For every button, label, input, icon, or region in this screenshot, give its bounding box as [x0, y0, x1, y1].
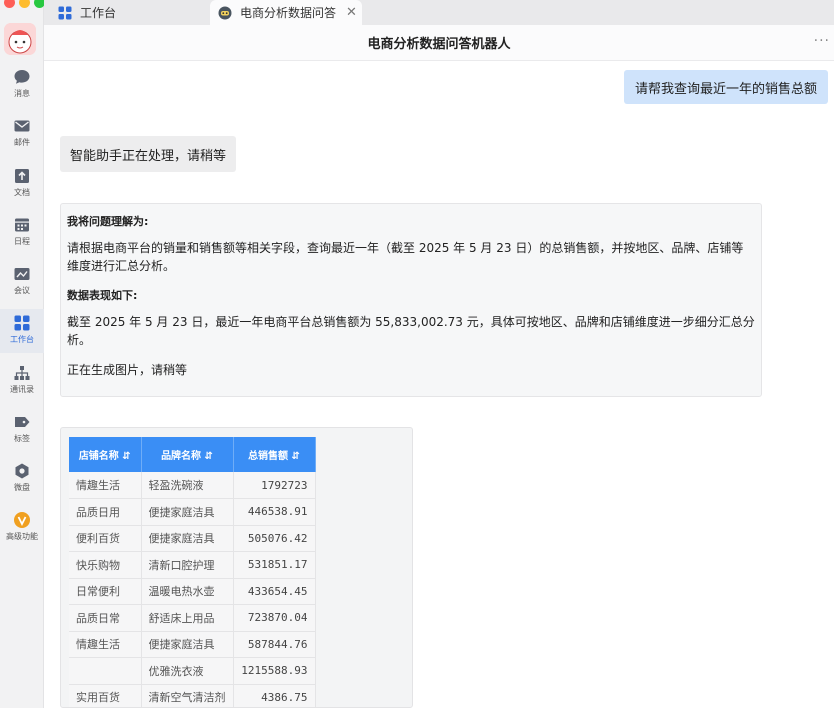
bot-icon — [218, 6, 232, 20]
cell-store — [69, 657, 142, 685]
cell-store: 品质日常 — [69, 604, 142, 632]
cell-store: 日常便利 — [69, 578, 142, 605]
table-row: 品质日用 便捷家庭洁具 446538.91 — [69, 498, 316, 526]
org-chart-icon — [13, 364, 31, 382]
mail-icon — [13, 117, 31, 135]
result-table-card: 店铺名称 ⇵ 品牌名称 ⇵ 总销售额 ⇵ 情趣生活 轻盈洗碗液 1792723 品质… — [60, 427, 413, 708]
cell-brand: 清新空气清洁剂 — [141, 684, 234, 707]
table-row: 品质日常 舒适床上用品 723870.04 — [69, 604, 316, 632]
data-text: 截至 2025 年 5 月 23 日，最近一年电商平台总销售额为 55,833,… — [67, 315, 755, 347]
result-table: 店铺名称 ⇵ 品牌名称 ⇵ 总销售额 ⇵ 情趣生活 轻盈洗碗液 1792723 品质… — [69, 437, 316, 707]
cell-store: 情趣生活 — [69, 631, 142, 658]
sidebar-item-tags[interactable]: 标签 — [0, 408, 44, 452]
understanding-text: 请根据电商平台的销量和销售额等相关字段，查询最近一年（截至 2025 年 5 月… — [67, 241, 744, 273]
table-row: 情趣生活 便捷家庭洁具 587844.76 — [69, 631, 316, 658]
status-message: 智能助手正在处理，请稍等 — [60, 136, 237, 172]
tab-label: 工作台 — [80, 6, 117, 20]
sidebar-item-label: 日程 — [14, 237, 30, 246]
column-header-total-sales[interactable]: 总销售额 ⇵ — [233, 437, 316, 472]
table-row: 优雅洗衣液 1215588.93 — [69, 657, 316, 685]
sidebar-item-label: 高级功能 — [6, 532, 38, 541]
cell-total-sales: 531851.17 — [233, 551, 316, 579]
cell-store: 情趣生活 — [69, 472, 142, 499]
cell-brand: 清新口腔护理 — [141, 551, 234, 579]
table-row: 日常便利 温暖电热水壶 433654.45 — [69, 578, 316, 605]
meeting-icon — [13, 265, 31, 283]
cell-total-sales: 446538.91 — [233, 498, 316, 526]
cell-store: 快乐购物 — [69, 551, 142, 579]
tab-label: 电商分析数据问答 — [240, 6, 337, 20]
tab-ecommerce-qa[interactable]: 电商分析数据问答 ✕ — [210, 0, 362, 25]
page-title: 电商分析数据问答机器人 — [367, 37, 511, 52]
column-header-brand[interactable]: 品牌名称 ⇵ — [141, 437, 234, 472]
sidebar: 消息 邮件 文档 日程 会议 工作台 通讯录 标签 微盘 高级功能 — [0, 0, 45, 708]
user-message: 请帮我查询最近一年的销售总额 — [623, 70, 828, 104]
data-heading: 数据表现如下: — [67, 289, 138, 302]
cell-store: 便利百货 — [69, 525, 142, 552]
sidebar-item-label: 工作台 — [10, 335, 34, 344]
sidebar-item-label: 会议 — [14, 286, 30, 295]
cell-brand: 温暖电热水壶 — [141, 578, 234, 605]
cell-brand: 便捷家庭洁具 — [141, 525, 234, 552]
grid-icon — [13, 314, 31, 332]
table-row: 实用百货 清新空气清洁剂 4386.75 — [69, 684, 316, 707]
generating-text: 正在生成图片，请稍等 — [67, 363, 188, 377]
chat-header: 电商分析数据问答机器人 ··· — [44, 25, 834, 61]
sidebar-item-docs[interactable]: 文档 — [0, 162, 44, 206]
answer-card: 我将问题理解为: 请根据电商平台的销量和销售额等相关字段，查询最近一年（截至 2… — [60, 203, 762, 397]
sidebar-item-label: 标签 — [14, 434, 30, 443]
cell-brand: 便捷家庭洁具 — [141, 631, 234, 658]
cell-brand: 舒适床上用品 — [141, 604, 234, 632]
table-row: 情趣生活 轻盈洗碗液 1792723 — [69, 472, 316, 499]
sidebar-item-workbench[interactable]: 工作台 — [0, 309, 44, 353]
cell-brand: 轻盈洗碗液 — [141, 472, 234, 499]
doc-icon — [13, 167, 31, 185]
sidebar-item-drive[interactable]: 微盘 — [0, 457, 44, 501]
sidebar-item-label: 微盘 — [14, 483, 30, 492]
cell-store: 实用百货 — [69, 684, 142, 707]
understanding-heading: 我将问题理解为: — [67, 215, 149, 228]
chat-bubble-icon — [13, 68, 31, 86]
grid-icon — [58, 6, 72, 20]
cell-brand: 优雅洗衣液 — [141, 657, 234, 685]
sidebar-item-label: 通讯录 — [10, 385, 34, 394]
cell-total-sales: 1215588.93 — [233, 657, 316, 685]
premium-icon — [13, 511, 31, 529]
table-row: 便利百货 便捷家庭洁具 505076.42 — [69, 525, 316, 552]
sidebar-item-label: 消息 — [14, 89, 30, 98]
sidebar-item-messages[interactable]: 消息 — [0, 63, 44, 107]
minimize-window-icon[interactable] — [19, 0, 30, 8]
more-icon[interactable]: ··· — [814, 33, 830, 49]
cell-total-sales: 723870.04 — [233, 604, 316, 632]
sidebar-item-premium[interactable]: 高级功能 — [0, 506, 44, 550]
cell-brand: 便捷家庭洁具 — [141, 498, 234, 526]
cell-total-sales: 1792723 — [233, 472, 316, 499]
tab-workbench[interactable]: 工作台 — [58, 0, 208, 25]
avatar[interactable] — [4, 23, 36, 55]
cell-total-sales: 505076.42 — [233, 525, 316, 552]
sidebar-item-label: 文档 — [14, 188, 30, 197]
calendar-icon — [13, 216, 31, 234]
cell-store: 品质日用 — [69, 498, 142, 526]
tab-bar: 工作台 电商分析数据问答 ✕ — [44, 0, 834, 25]
close-icon[interactable]: ✕ — [346, 5, 357, 20]
sidebar-item-meetings[interactable]: 会议 — [0, 260, 44, 304]
close-window-icon[interactable] — [4, 0, 15, 8]
sidebar-item-label: 邮件 — [14, 138, 30, 147]
sidebar-item-mail[interactable]: 邮件 — [0, 112, 44, 156]
table-row: 快乐购物 清新口腔护理 531851.17 — [69, 551, 316, 579]
column-header-store[interactable]: 店铺名称 ⇵ — [69, 437, 142, 472]
sidebar-item-calendar[interactable]: 日程 — [0, 211, 44, 255]
cell-total-sales: 4386.75 — [233, 684, 316, 707]
cell-total-sales: 433654.45 — [233, 578, 316, 605]
cloud-drive-icon — [13, 462, 31, 480]
cell-total-sales: 587844.76 — [233, 631, 316, 658]
sidebar-item-contacts[interactable]: 通讯录 — [0, 359, 44, 403]
tag-icon — [13, 413, 31, 431]
